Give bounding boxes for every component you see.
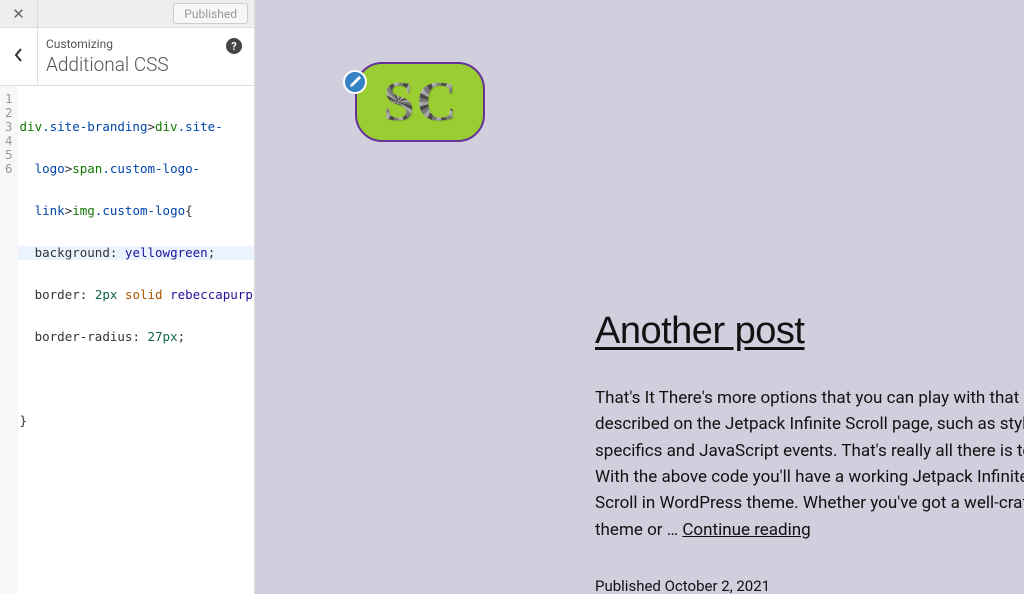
code-line: logo>span.custom-logo-	[20, 162, 254, 176]
logo-letter: S	[383, 74, 414, 130]
post: Another post That's It There's more opti…	[595, 310, 1024, 594]
post-meta: Published October 2, 2021	[595, 577, 1024, 594]
code-line: }	[20, 414, 254, 428]
css-editor[interactable]: 1 2 3 4 5 6 div.site-branding>div.site- …	[0, 86, 254, 594]
site-branding: S C	[355, 62, 485, 142]
customizer-panel: ✕ Published Customizing Additional CSS ?…	[0, 0, 255, 594]
site-preview[interactable]: S C Another post That's It There's more …	[255, 0, 1024, 594]
post-title-link[interactable]: Another post	[595, 310, 1024, 353]
custom-logo[interactable]: S C	[355, 62, 485, 142]
customizing-label: Customizing	[46, 37, 240, 51]
post-excerpt: That's It There's more options that you …	[595, 385, 1024, 543]
code-line: link>img.custom-logo{	[20, 204, 254, 218]
code-line: border: 2px solid rebeccapurple;	[20, 288, 254, 302]
panel-header: ✕ Published	[0, 0, 254, 28]
close-icon: ✕	[12, 5, 25, 23]
close-button[interactable]: ✕	[0, 0, 38, 27]
back-button[interactable]	[0, 28, 38, 85]
help-icon[interactable]: ?	[226, 38, 242, 54]
code-content[interactable]: div.site-branding>div.site- logo>span.cu…	[18, 86, 254, 594]
continue-reading-link[interactable]: Continue reading	[682, 520, 810, 540]
section-header: Customizing Additional CSS ?	[0, 28, 254, 86]
post-date: October 2, 2021	[665, 577, 771, 594]
logo-letter: C	[416, 74, 456, 130]
chevron-left-icon	[14, 48, 24, 66]
code-line-active: background: yellowgreen;	[18, 246, 254, 260]
pencil-icon	[349, 73, 361, 92]
section-title-block: Customizing Additional CSS ?	[38, 28, 254, 85]
code-line: div.site-branding>div.site-	[20, 120, 254, 134]
line-gutter: 1 2 3 4 5 6	[0, 86, 18, 594]
publish-label: Published	[184, 7, 237, 21]
section-title: Additional CSS	[46, 53, 240, 76]
code-line	[20, 372, 254, 386]
code-line: border-radius: 27px;	[20, 330, 254, 344]
edit-shortcut-button[interactable]	[343, 70, 367, 94]
publish-button[interactable]: Published	[173, 3, 248, 24]
